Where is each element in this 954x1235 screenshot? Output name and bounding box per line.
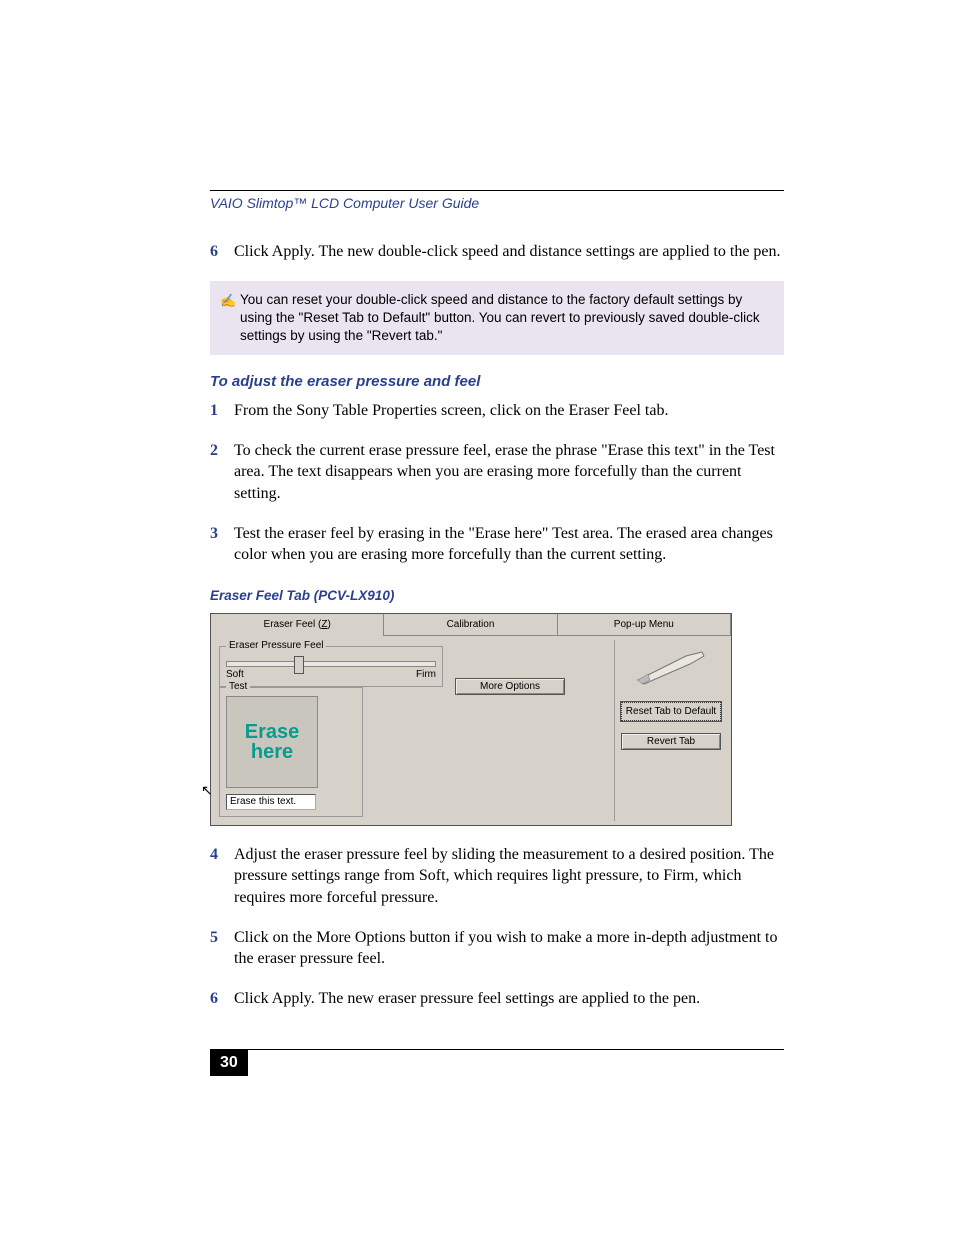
tab-label: Calibration: [447, 619, 495, 630]
step-text: Click on the More Options button if you …: [234, 927, 784, 970]
step-text: Click Apply. The new double-click speed …: [234, 241, 784, 263]
figure-caption: Eraser Feel Tab (PCV-LX910): [210, 588, 784, 603]
step-text: From the Sony Table Properties screen, c…: [234, 400, 784, 422]
step-number: 5: [210, 927, 234, 970]
header-rule: [210, 190, 784, 191]
reset-tab-button[interactable]: Reset Tab to Default: [621, 702, 721, 721]
page-footer: 30: [210, 1049, 784, 1076]
group-label: Eraser Pressure Feel: [226, 640, 326, 651]
step-number: 2: [210, 440, 234, 505]
step-2: 2 To check the current erase pressure fe…: [210, 440, 784, 505]
group-label: Test: [226, 681, 250, 692]
step-number: 6: [210, 241, 234, 263]
pressure-slider[interactable]: [226, 661, 436, 667]
slider-soft-label: Soft: [226, 669, 244, 680]
page-number: 30: [210, 1050, 248, 1076]
erase-here-area[interactable]: Erase here: [226, 696, 318, 788]
tab-label: Pop-up Menu: [614, 619, 674, 630]
tab-eraser-feel[interactable]: Eraser Feel (Z): [211, 614, 384, 636]
header-title: VAIO Slimtop™ LCD Computer User Guide: [210, 195, 784, 211]
cursor-icon: ↖: [201, 782, 213, 799]
step-number: 1: [210, 400, 234, 422]
note-box: ✍ You can reset your double-click speed …: [210, 281, 784, 356]
more-options-button[interactable]: More Options: [455, 678, 565, 695]
step-5: 5 Click on the More Options button if yo…: [210, 927, 784, 970]
dialog-side-panel: Reset Tab to Default Revert Tab: [614, 640, 727, 821]
tab-label: Eraser Feel (Z): [264, 619, 331, 630]
step-1: 1 From the Sony Table Properties screen,…: [210, 400, 784, 422]
group-eraser-pressure: Eraser Pressure Feel Soft Firm: [219, 646, 443, 687]
slider-firm-label: Firm: [416, 669, 436, 680]
step-text: To check the current erase pressure feel…: [234, 440, 784, 505]
step-text: Test the eraser feel by erasing in the "…: [234, 523, 784, 566]
pen-icon: [621, 646, 721, 690]
step-6-top: 6 Click Apply. The new double-click spee…: [210, 241, 784, 263]
tab-calibration[interactable]: Calibration: [384, 614, 557, 636]
group-test: Test Erase here Erase this text.: [219, 687, 363, 817]
section-heading: To adjust the eraser pressure and feel: [210, 373, 784, 390]
slider-thumb-icon[interactable]: [294, 656, 304, 674]
step-number: 3: [210, 523, 234, 566]
step-number: 4: [210, 844, 234, 909]
step-3: 3 Test the eraser feel by erasing in the…: [210, 523, 784, 566]
tab-bar: Eraser Feel (Z) Calibration Pop-up Menu: [211, 614, 731, 636]
tab-popup-menu[interactable]: Pop-up Menu: [558, 614, 731, 636]
note-icon: ✍: [220, 291, 240, 346]
step-4: 4 Adjust the eraser pressure feel by sli…: [210, 844, 784, 909]
eraser-feel-dialog: ↖ Eraser Feel (Z) Calibration Pop-up Men…: [210, 613, 732, 826]
step-text: Adjust the eraser pressure feel by slidi…: [234, 844, 784, 909]
revert-tab-button[interactable]: Revert Tab: [621, 733, 721, 750]
step-number: 6: [210, 988, 234, 1010]
note-text: You can reset your double-click speed an…: [240, 291, 774, 346]
erase-text-input[interactable]: Erase this text.: [226, 794, 316, 810]
step-text: Click Apply. The new eraser pressure fee…: [234, 988, 784, 1010]
step-6: 6 Click Apply. The new eraser pressure f…: [210, 988, 784, 1010]
